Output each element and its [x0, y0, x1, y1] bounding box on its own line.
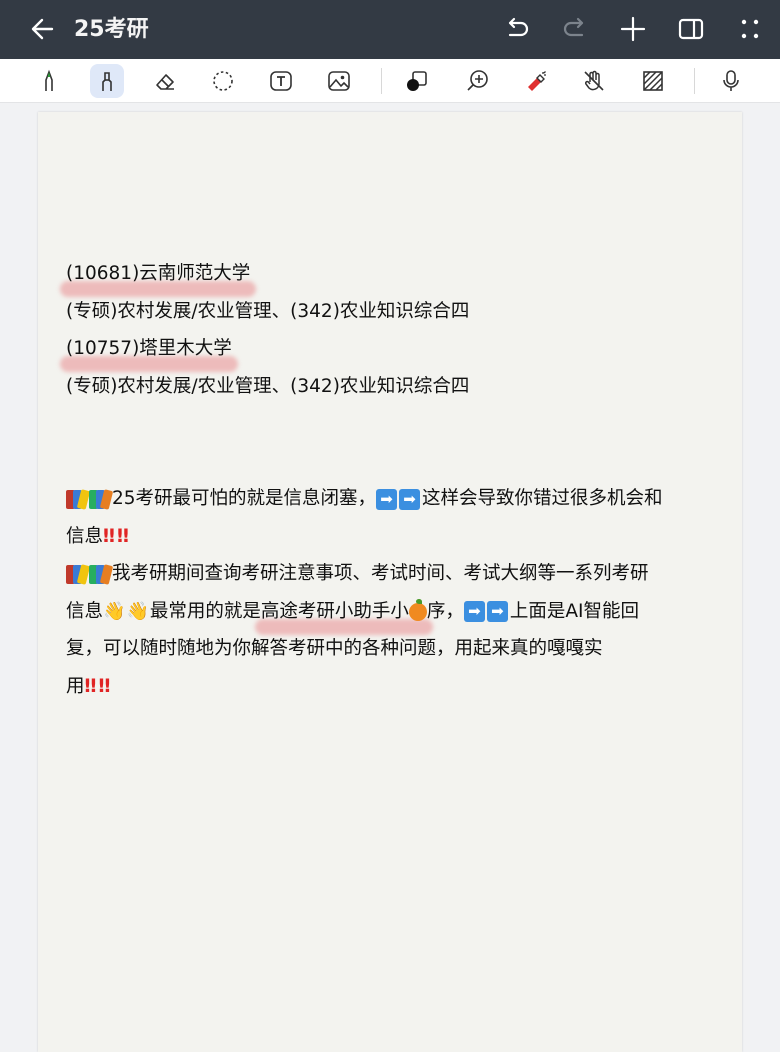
zoom-tool[interactable]	[461, 64, 495, 98]
microphone-tool[interactable]	[714, 64, 748, 98]
note-line: 25考研最可怕的就是信息闭塞， ➡ ➡ 这样会导致你错过很多机会和	[66, 480, 726, 518]
highlighted-text: 高途考研小助手小	[261, 598, 427, 622]
highlighted-text: (10757)塔里木大学	[66, 338, 232, 359]
redo-icon[interactable]	[560, 14, 590, 44]
double-exclamation-emoji-icon: ‼	[103, 524, 115, 547]
drawing-toolbar	[0, 59, 780, 103]
image-tool[interactable]	[322, 64, 356, 98]
pen-icon	[45, 69, 53, 91]
page-title: 25考研	[74, 17, 149, 42]
double-exclamation-emoji-icon: ‼	[116, 524, 129, 547]
hand-icon	[584, 70, 604, 91]
highlighted-text: (10681)云南师范大学	[66, 263, 251, 284]
eraser-tool[interactable]	[148, 64, 182, 98]
lasso-icon	[213, 71, 233, 91]
back-arrow-icon[interactable]	[28, 14, 58, 44]
text-icon	[270, 71, 292, 91]
more-icon[interactable]	[735, 14, 765, 44]
laser-pointer-tool[interactable]	[519, 64, 553, 98]
waving-hand-emoji-icon: 👋	[103, 600, 126, 622]
pen-tool[interactable]	[32, 64, 66, 98]
note-line: (专硕)农村发展/农业管理、(342)农业知识综合四	[66, 375, 470, 397]
app-header: 25考研	[0, 0, 780, 59]
note-line: 信息‼ ‼	[66, 524, 129, 547]
arrow-right-emoji-icon: ➡	[376, 488, 398, 510]
books-emoji-icon	[66, 489, 91, 510]
books-emoji-icon	[66, 564, 91, 585]
text-tool[interactable]	[264, 64, 298, 98]
note-line: 我考研期间查询考研注意事项、考试时间、考试大纲等一系列考研	[66, 555, 726, 593]
microphone-icon	[723, 70, 739, 91]
books-emoji-icon	[89, 489, 114, 510]
shape-icon	[407, 71, 427, 91]
arrow-right-emoji-icon: ➡	[399, 488, 421, 510]
waving-hand-emoji-icon: 👋	[126, 600, 149, 622]
orange-emoji-icon	[408, 598, 427, 621]
double-exclamation-emoji-icon: ‼	[84, 674, 97, 697]
books-emoji-icon	[89, 564, 114, 585]
note-line: (10681)云南师范大学	[66, 255, 726, 293]
eraser-icon	[156, 74, 174, 90]
laser-pointer-icon	[528, 71, 546, 91]
split-view-icon[interactable]	[676, 14, 706, 44]
pattern-tool[interactable]	[636, 64, 670, 98]
note-line: 用‼ ‼	[66, 674, 110, 697]
note-line: 复，可以随时随地为你解答考研中的各种问题，用起来真的嘎嘎实	[66, 638, 603, 659]
pattern-icon	[643, 71, 663, 91]
note-line: 信息👋👋最常用的就是高途考研小助手小 序， ➡ ➡ 上面是AI智能回	[66, 598, 640, 622]
lasso-tool[interactable]	[206, 64, 240, 98]
zoom-icon	[467, 70, 488, 91]
hand-tool[interactable]	[577, 64, 611, 98]
highlighter-tool[interactable]	[90, 64, 124, 98]
arrow-right-emoji-icon: ➡	[463, 601, 485, 622]
highlighter-icon	[102, 72, 112, 91]
undo-icon[interactable]	[502, 14, 532, 44]
add-icon[interactable]	[618, 14, 648, 44]
note-content[interactable]: (10681)云南师范大学 (专硕)农村发展/农业管理、(342)农业知识综合四…	[66, 255, 726, 705]
note-page[interactable]: (10681)云南师范大学 (专硕)农村发展/农业管理、(342)农业知识综合四…	[38, 112, 742, 1052]
image-icon	[328, 71, 350, 91]
arrow-right-emoji-icon: ➡	[486, 601, 508, 622]
shape-tool[interactable]	[400, 64, 434, 98]
double-exclamation-emoji-icon: ‼	[98, 674, 110, 697]
note-line: (专硕)农村发展/农业管理、(342)农业知识综合四	[66, 300, 470, 322]
note-line: (10757)塔里木大学	[66, 330, 726, 368]
